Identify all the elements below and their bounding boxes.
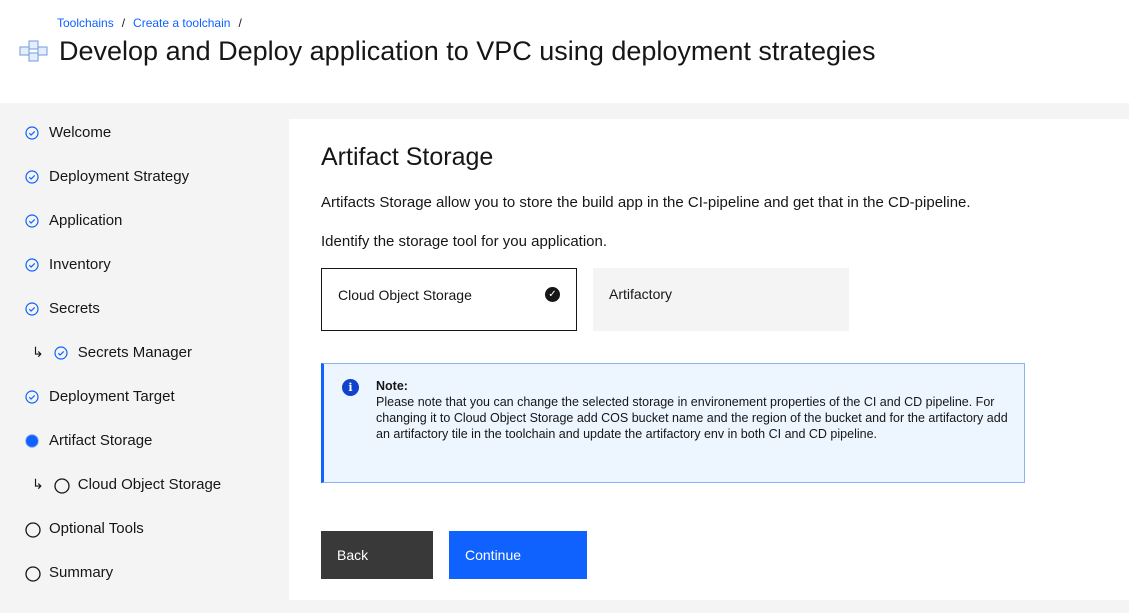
sidebar-item-label: Application (49, 212, 123, 229)
info-notification: i Note: Please note that you can change … (321, 363, 1025, 483)
page-title: Develop and Deploy application to VPC us… (59, 36, 876, 66)
sidebar-item-deployment-target[interactable]: Deployment Target (25, 388, 175, 405)
sidebar-item-secrets[interactable]: Secrets (25, 300, 100, 317)
current-step-icon (25, 433, 39, 448)
sidebar-item-deployment-strategy[interactable]: Deployment Strategy (25, 168, 189, 185)
sub-step-arrow-icon: ↳ (32, 476, 44, 492)
breadcrumb-create-toolchain[interactable]: Create a toolchain (133, 16, 230, 30)
sidebar-item-label: Optional Tools (49, 520, 144, 537)
page-header: Develop and Deploy application to VPC us… (17, 36, 876, 67)
tile-label: Cloud Object Storage (338, 287, 472, 303)
sidebar-item-label: Artifact Storage (49, 432, 153, 449)
checkmark-outline-icon (54, 345, 68, 360)
checkmark-icon: ✓ (545, 287, 560, 302)
sidebar-item-label: Cloud Object Storage (77, 476, 222, 493)
toolchain-cubes-icon (19, 40, 48, 61)
breadcrumb-separator: / (238, 16, 242, 30)
tile-cloud-object-storage[interactable]: Cloud Object Storage ✓ (321, 268, 577, 331)
breadcrumb-separator: / (121, 16, 126, 30)
incomplete-step-icon (54, 477, 70, 494)
sidebar-item-label: Deployment Strategy (49, 168, 190, 185)
main-panel: Artifact Storage Artifacts Storage allow… (289, 119, 1129, 600)
breadcrumb-toolchains[interactable]: Toolchains (57, 16, 114, 30)
sub-step-arrow-icon: ↳ (32, 344, 44, 360)
sidebar-item-application[interactable]: Application (25, 212, 122, 229)
sidebar-item-label: Secrets Manager (77, 344, 192, 361)
section-description: Artifacts Storage allow you to store the… (321, 194, 971, 211)
continue-button[interactable]: Continue (449, 531, 587, 579)
sidebar-item-cloud-object-storage[interactable]: ↳ Cloud Object Storage (32, 476, 222, 494)
back-button[interactable]: Back (321, 531, 433, 579)
sidebar-item-label: Welcome (49, 124, 112, 141)
sidebar-item-label: Secrets (49, 300, 100, 317)
checkmark-outline-icon (25, 389, 39, 404)
info-icon: i (342, 379, 359, 396)
sidebar-item-welcome[interactable]: Welcome (25, 124, 111, 141)
sidebar-item-label: Deployment Target (49, 388, 175, 405)
checkmark-outline-icon (25, 213, 39, 228)
note-body: Please note that you can change the sele… (376, 395, 1008, 441)
incomplete-step-icon (25, 521, 41, 538)
section-heading: Artifact Storage (321, 143, 494, 171)
tile-label: Artifactory (609, 286, 673, 302)
section-prompt: Identify the storage tool for you applic… (321, 233, 608, 250)
checkmark-outline-icon (25, 301, 39, 316)
sidebar-item-inventory[interactable]: Inventory (25, 256, 111, 273)
sidebar-item-label: Summary (49, 564, 114, 581)
sidebar-item-optional-tools[interactable]: Optional Tools (25, 520, 144, 538)
tile-artifactory[interactable]: Artifactory (593, 268, 849, 331)
note-title: Note: (376, 379, 408, 393)
sidebar-item-summary[interactable]: Summary (25, 564, 114, 582)
checkmark-outline-icon (25, 257, 39, 272)
checkmark-outline-icon (25, 169, 39, 184)
checkmark-outline-icon (25, 125, 39, 140)
sidebar-item-secrets-manager[interactable]: ↳ Secrets Manager (32, 344, 192, 361)
breadcrumb: Toolchains / Create a toolchain / (57, 16, 250, 30)
incomplete-step-icon (25, 565, 41, 582)
sidebar-item-label: Inventory (49, 256, 111, 273)
sidebar-item-artifact-storage[interactable]: Artifact Storage (25, 432, 152, 449)
